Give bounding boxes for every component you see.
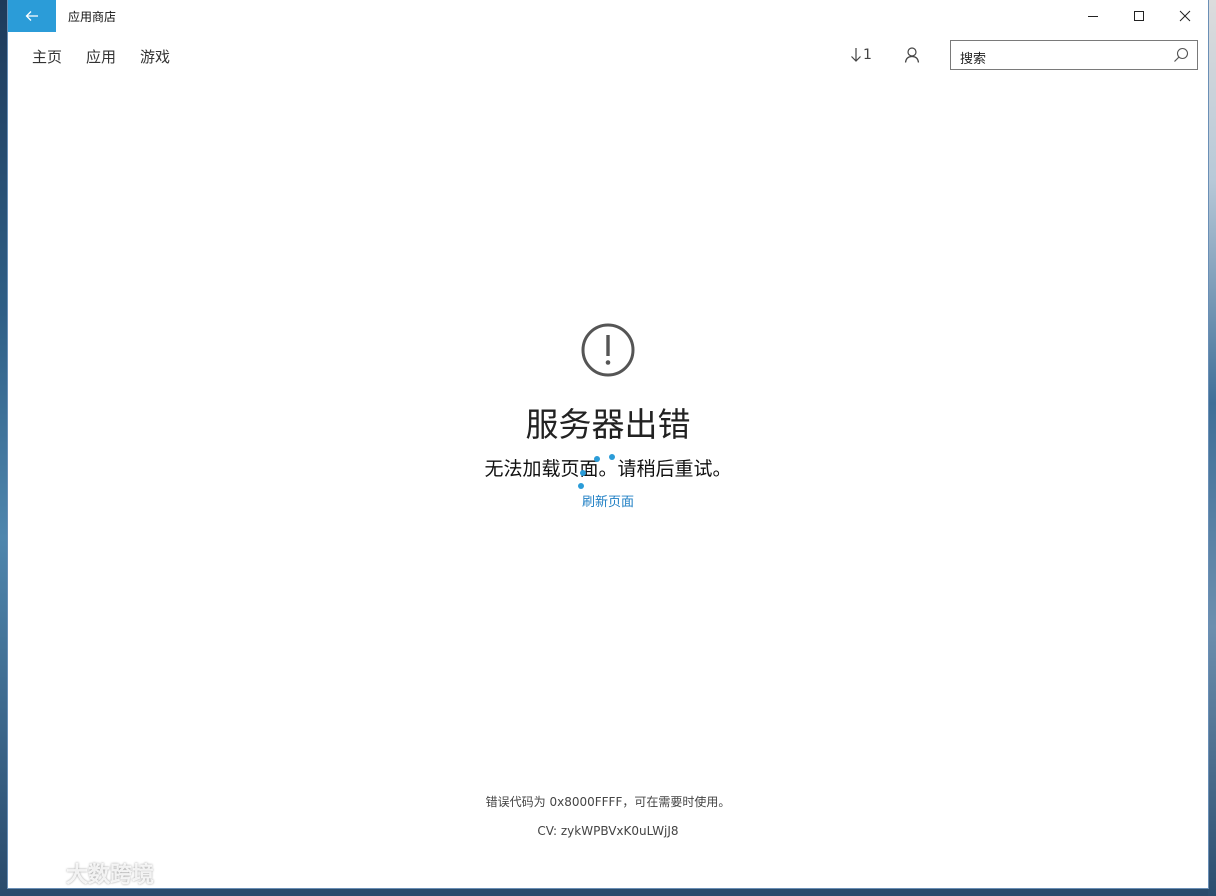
loading-dot (594, 456, 600, 462)
downloads-button[interactable]: 1 (850, 47, 872, 63)
title-bar: 应用商店 (8, 0, 1208, 32)
downloads-count: 1 (863, 47, 872, 63)
nav-home[interactable]: 主页 (32, 46, 62, 67)
loading-dot (578, 483, 584, 489)
watermark-logo: 大数跨境 (20, 858, 154, 888)
minimize-icon (1088, 16, 1098, 17)
loading-dot (609, 454, 615, 460)
search-input[interactable]: 搜索 (960, 48, 986, 67)
desktop-background (1208, 0, 1216, 896)
search-box[interactable]: 搜索 (950, 40, 1198, 70)
watermark-text: 大数跨境 (66, 863, 155, 888)
watermark-icon (22, 863, 59, 885)
loading-dot (580, 470, 586, 476)
top-nav: 主页 应用 游戏 1 搜索 (8, 32, 1208, 80)
back-button[interactable] (8, 0, 56, 32)
error-code-text: 错误代码为 0x8000FFFF，可在需要时使用。 (485, 795, 731, 809)
arrow-left-icon (25, 11, 38, 21)
download-icon (851, 48, 861, 62)
close-button[interactable] (1162, 0, 1208, 32)
search-icon[interactable] (1173, 47, 1189, 63)
user-icon (904, 47, 920, 63)
nav-apps[interactable]: 应用 (86, 46, 116, 67)
minimize-button[interactable] (1070, 0, 1116, 32)
error-title: 服务器出错 (525, 405, 691, 444)
account-button[interactable] (904, 47, 920, 67)
error-message: 无法加载页面。请稍后重试。 (484, 458, 732, 480)
maximize-button[interactable] (1116, 0, 1162, 32)
store-window: 应用商店 主页 应用 游戏 1 搜索 服务器出错 无法加载页面。请稍后重试。 刷… (8, 0, 1208, 888)
cv-text: CV: zykWPBVxK0uLWjJ8 (537, 824, 679, 838)
close-icon (1179, 10, 1191, 22)
maximize-icon (1134, 11, 1144, 21)
nav-games[interactable]: 游戏 (140, 46, 170, 67)
refresh-page-link[interactable]: 刷新页面 (8, 491, 1208, 510)
warning-icon (581, 323, 635, 377)
app-title: 应用商店 (68, 10, 117, 24)
